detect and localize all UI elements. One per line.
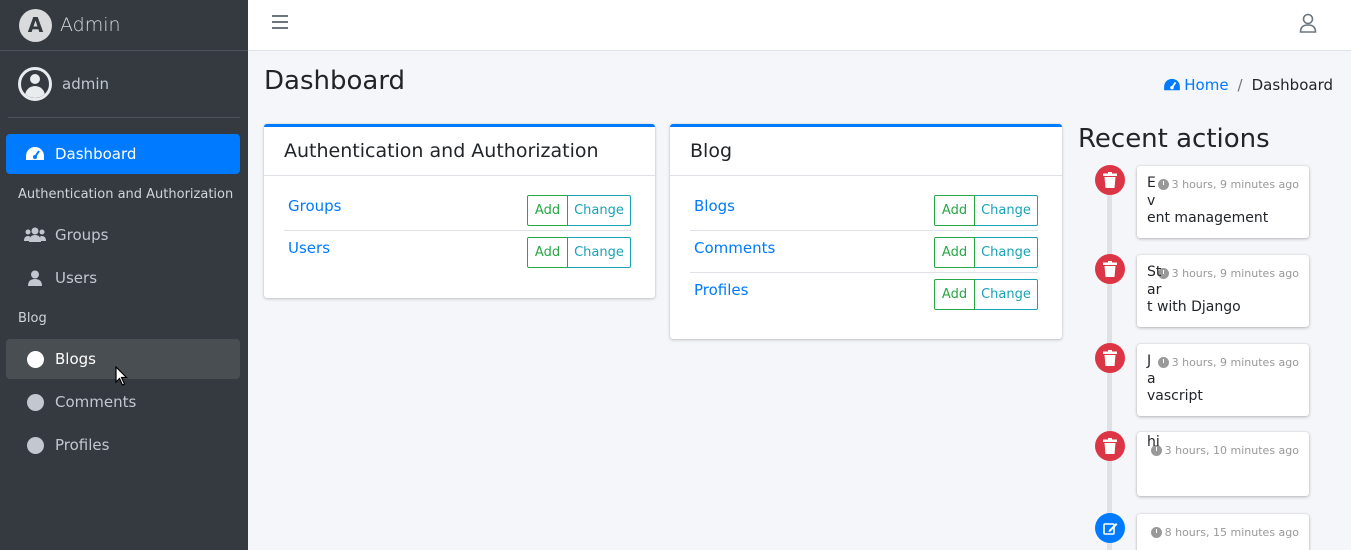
action-text-line: E bbox=[1147, 175, 1156, 191]
circle-icon bbox=[24, 393, 46, 411]
sidebar-item-users[interactable]: Users bbox=[6, 258, 240, 298]
brand-link[interactable]: A Admin bbox=[0, 0, 248, 51]
menu-toggle-icon[interactable] bbox=[272, 15, 288, 29]
recent-action-item[interactable]: 3 hours, 9 minutes ago St ar t with Djan… bbox=[1137, 255, 1309, 327]
brand-title: Admin bbox=[60, 14, 121, 36]
sidebar-item-profiles[interactable]: Profiles bbox=[6, 425, 240, 465]
action-text-line: t with Django bbox=[1147, 299, 1241, 315]
tachometer-icon bbox=[1163, 78, 1181, 92]
action-timestamp: 8 hours, 15 minutes ago bbox=[1150, 526, 1299, 539]
model-link-profiles[interactable]: Profiles bbox=[694, 281, 748, 299]
model-link-groups[interactable]: Groups bbox=[288, 197, 341, 215]
sidebar-item-label: Profiles bbox=[55, 436, 110, 454]
action-text-line: ent management bbox=[1147, 210, 1269, 226]
card-title: Blog bbox=[670, 127, 1062, 176]
action-text-line: vascript bbox=[1147, 388, 1203, 404]
model-row-blogs: Blogs Add Change bbox=[690, 189, 1038, 231]
add-button[interactable]: Add bbox=[934, 237, 975, 268]
sidebar-item-label: Dashboard bbox=[55, 145, 137, 163]
model-actions: Add Change bbox=[934, 195, 1038, 226]
model-actions: Add Change bbox=[934, 279, 1038, 310]
users-group-icon bbox=[24, 226, 46, 244]
change-button[interactable]: Change bbox=[975, 195, 1038, 226]
action-time-text: 3 hours, 10 minutes ago bbox=[1164, 444, 1299, 457]
change-button[interactable]: Change bbox=[568, 237, 631, 268]
circle-icon bbox=[24, 436, 46, 454]
action-text-line: J bbox=[1147, 353, 1152, 369]
trash-icon bbox=[1095, 431, 1125, 461]
breadcrumb-home-label: Home bbox=[1184, 76, 1229, 94]
app-card-auth: Authentication and Authorization Groups … bbox=[264, 124, 655, 298]
circle-icon bbox=[24, 350, 46, 368]
user-icon bbox=[24, 269, 46, 287]
user-panel[interactable]: admin bbox=[8, 51, 240, 118]
recent-action-item[interactable]: 8 hours, 15 minutes ago bbox=[1137, 514, 1309, 550]
model-actions: Add Change bbox=[934, 237, 1038, 268]
mouse-cursor-icon bbox=[115, 365, 129, 391]
model-row-comments: Comments Add Change bbox=[690, 231, 1038, 273]
edit-icon bbox=[1095, 513, 1125, 543]
card-title: Authentication and Authorization bbox=[264, 127, 655, 176]
action-timestamp: 3 hours, 10 minutes ago bbox=[1150, 444, 1299, 457]
page-title: Dashboard bbox=[264, 66, 406, 96]
action-text-line: a bbox=[1147, 370, 1156, 387]
model-link-comments[interactable]: Comments bbox=[694, 239, 775, 257]
model-link-blogs[interactable]: Blogs bbox=[694, 197, 735, 215]
sidebar: A Admin admin Dashboard Authentication a… bbox=[0, 0, 248, 550]
recent-action-item[interactable]: 3 hours, 9 minutes ago J a vascript bbox=[1137, 344, 1309, 416]
recent-actions-title: Recent actions bbox=[1078, 124, 1270, 154]
action-text-line: v bbox=[1147, 192, 1156, 209]
model-row-profiles: Profiles Add Change bbox=[690, 273, 1038, 315]
nav-header-blog: Blog bbox=[18, 311, 47, 326]
trash-icon bbox=[1095, 254, 1125, 284]
model-row-users: Users Add Change bbox=[284, 231, 631, 273]
trash-icon bbox=[1095, 165, 1125, 195]
action-time-text: 8 hours, 15 minutes ago bbox=[1164, 526, 1299, 539]
sidebar-item-dashboard[interactable]: Dashboard bbox=[6, 134, 240, 174]
sidebar-item-label: Users bbox=[55, 269, 98, 287]
breadcrumb-separator: / bbox=[1237, 76, 1243, 94]
user-name: admin bbox=[62, 75, 109, 93]
model-actions: Add Change bbox=[527, 237, 631, 268]
action-text: hi bbox=[1147, 434, 1160, 452]
change-button[interactable]: Change bbox=[975, 237, 1038, 268]
action-text: St ar t with Django bbox=[1147, 264, 1241, 317]
add-button[interactable]: Add bbox=[527, 195, 568, 226]
breadcrumb: Home / Dashboard bbox=[1163, 76, 1333, 94]
nav-header-auth: Authentication and Authorization bbox=[18, 187, 234, 202]
top-navbar bbox=[248, 0, 1351, 51]
action-text: E v ent management bbox=[1147, 175, 1268, 228]
model-actions: Add Change bbox=[527, 195, 631, 226]
action-text-line: ar bbox=[1147, 281, 1162, 298]
change-button[interactable]: Change bbox=[568, 195, 631, 226]
add-button[interactable]: Add bbox=[527, 237, 568, 268]
model-link-users[interactable]: Users bbox=[288, 239, 330, 257]
breadcrumb-current: Dashboard bbox=[1251, 76, 1333, 94]
sidebar-item-groups[interactable]: Groups bbox=[6, 215, 240, 255]
add-button[interactable]: Add bbox=[934, 195, 975, 226]
sidebar-item-label: Groups bbox=[55, 226, 109, 244]
user-avatar-icon bbox=[18, 67, 52, 101]
sidebar-item-label: Comments bbox=[55, 393, 137, 411]
app-card-blog: Blog Blogs Add Change Comments Add Chang… bbox=[670, 124, 1062, 339]
breadcrumb-home-link[interactable]: Home bbox=[1163, 76, 1229, 94]
trash-icon bbox=[1095, 343, 1125, 373]
sidebar-item-label: Blogs bbox=[55, 350, 96, 368]
recent-action-item[interactable]: 3 hours, 10 minutes ago hi bbox=[1137, 432, 1309, 496]
action-text-line: St bbox=[1147, 264, 1162, 280]
add-button[interactable]: Add bbox=[934, 279, 975, 310]
brand-logo: A bbox=[19, 8, 52, 42]
recent-action-item[interactable]: 3 hours, 9 minutes ago E v ent managemen… bbox=[1137, 166, 1309, 238]
clock-icon bbox=[1150, 527, 1162, 538]
tachometer-icon bbox=[24, 145, 46, 163]
action-text-line: hi bbox=[1147, 434, 1160, 450]
action-text: J a vascript bbox=[1147, 353, 1203, 406]
model-row-groups: Groups Add Change bbox=[284, 189, 631, 231]
user-menu-icon[interactable] bbox=[1299, 13, 1317, 33]
change-button[interactable]: Change bbox=[975, 279, 1038, 310]
